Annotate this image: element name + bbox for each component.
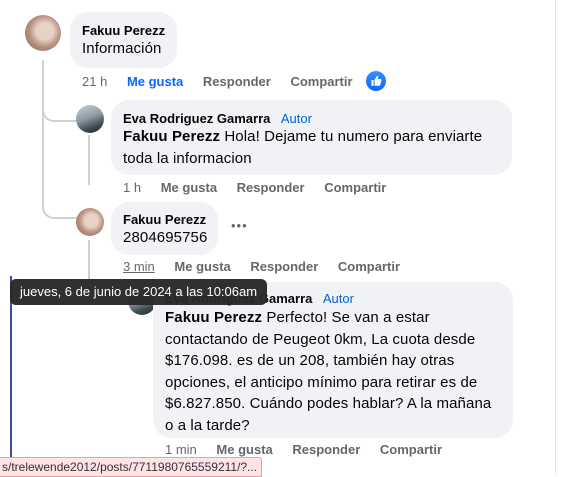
thread-connector: [42, 60, 78, 122]
comment-actions: 1 min Me gusta Responder Compartir: [165, 442, 458, 457]
comment-text: Fakuu Perezz Hola! Dejame tu numero para…: [123, 128, 483, 167]
mention[interactable]: Fakuu Perezz: [123, 128, 220, 145]
author-badge: Autor: [280, 111, 312, 126]
status-url: s/trelewende2012/posts/7711980765559211/…: [0, 457, 263, 477]
reply-button[interactable]: Responder: [250, 259, 318, 274]
comment-time[interactable]: 3 min: [123, 259, 155, 274]
like-button[interactable]: Me gusta: [161, 180, 217, 195]
scroll-indicator: [10, 276, 12, 475]
avatar[interactable]: [76, 105, 104, 133]
thread-connector: [42, 175, 78, 219]
share-button[interactable]: Compartir: [290, 74, 352, 89]
comment-bubble: Eva Rodriguez Gamarra Autor Fakuu Perezz…: [111, 100, 512, 175]
reply-button[interactable]: Responder: [203, 74, 271, 89]
comment-actions: 1 h Me gusta Responder Compartir: [123, 180, 402, 195]
comment-bubble: Eva Rodriguez Gamarra Autor Fakuu Perezz…: [153, 282, 513, 438]
scroll-track: [555, 0, 556, 475]
mention[interactable]: Fakuu Perezz: [165, 309, 262, 326]
comment-author[interactable]: Fakuu Perezz: [123, 212, 206, 227]
comment-text: Información: [82, 40, 162, 57]
like-button[interactable]: Me gusta: [174, 259, 230, 274]
timestamp-tooltip: jueves, 6 de junio de 2024 a las 10:06am: [10, 279, 268, 305]
comment-text: Fakuu Perezz Perfecto! Se van a estar co…: [165, 309, 492, 434]
comment-bubble: Fakuu Perezz 2804695756: [111, 202, 218, 255]
avatar[interactable]: [76, 208, 104, 236]
comment-time[interactable]: 1 h: [123, 180, 141, 195]
author-badge: Autor: [322, 291, 354, 306]
like-button[interactable]: Me gusta: [216, 442, 272, 457]
comment-author[interactable]: Fakuu Perezz: [82, 23, 165, 38]
comment-text: 2804695756: [123, 229, 208, 246]
more-options-icon[interactable]: •••: [231, 218, 248, 233]
reply-button[interactable]: Responder: [237, 180, 305, 195]
comment-author[interactable]: Eva Rodriguez Gamarra: [123, 111, 270, 126]
thumbs-up-icon[interactable]: [366, 71, 386, 91]
share-button[interactable]: Compartir: [324, 180, 386, 195]
thread-line: [88, 135, 90, 185]
share-button[interactable]: Compartir: [380, 442, 442, 457]
comment-time[interactable]: 21 h: [82, 74, 107, 89]
comment-time[interactable]: 1 min: [165, 442, 197, 457]
thread-line: [88, 240, 90, 280]
like-button[interactable]: Me gusta: [127, 74, 183, 89]
comment-actions: 21 h Me gusta Responder Compartir: [82, 74, 369, 89]
avatar[interactable]: [25, 15, 61, 51]
share-button[interactable]: Compartir: [338, 259, 400, 274]
reply-button[interactable]: Responder: [292, 442, 360, 457]
comment-bubble: Fakuu Perezz Información: [70, 12, 177, 68]
comment-actions: 3 min Me gusta Responder Compartir: [123, 259, 416, 274]
